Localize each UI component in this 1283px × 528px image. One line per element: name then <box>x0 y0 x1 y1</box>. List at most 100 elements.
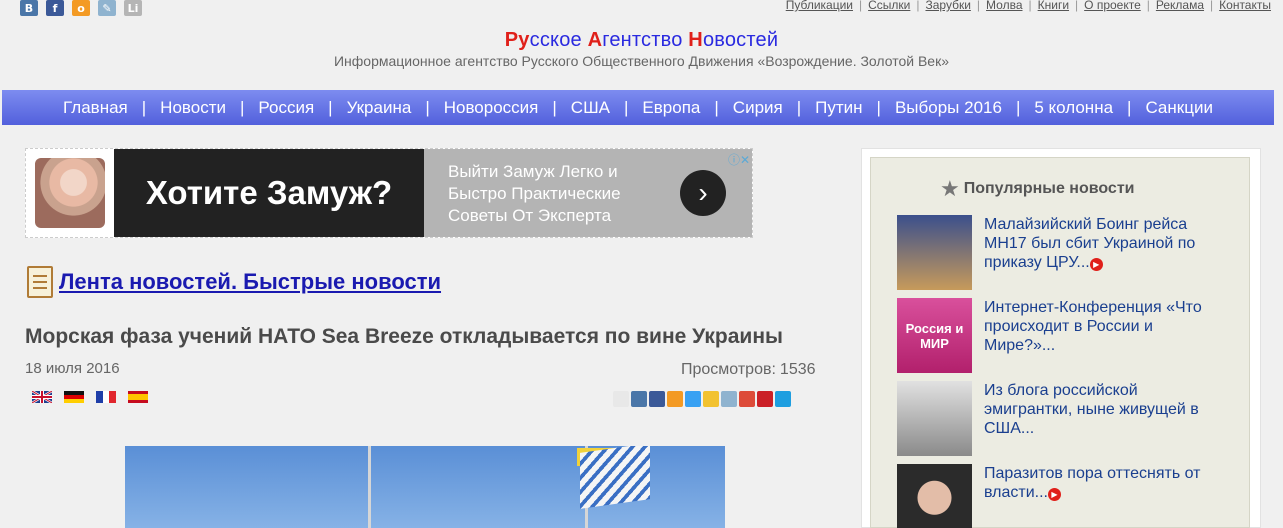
liveinternet-icon[interactable]: Li <box>124 0 142 16</box>
top-link[interactable]: Книги <box>1038 0 1069 12</box>
site-title-part: сское <box>529 29 588 51</box>
notepad-icon <box>27 266 53 298</box>
news-headline[interactable]: Из блога российской эмигрантки, ныне жив… <box>984 381 1224 456</box>
site-title[interactable]: Русское Агентство Новостей <box>0 29 1283 52</box>
nav-item[interactable]: Европа <box>642 98 700 118</box>
social-bar: Bf o ✎ Li <box>20 0 142 16</box>
link-separator: | <box>916 0 920 12</box>
top-link[interactable]: Публикации <box>786 0 853 12</box>
link-separator: | <box>858 0 863 12</box>
article-title: Морская фаза учений НАТО Sea Breeze откл… <box>25 325 783 348</box>
nav-item[interactable]: Сирия <box>733 98 783 118</box>
nav-item[interactable]: Украина <box>347 98 412 118</box>
news-thumbnail[interactable] <box>897 381 972 456</box>
flag-fr-icon[interactable] <box>96 391 116 403</box>
article-photo <box>125 446 725 528</box>
views-value: 1536 <box>779 361 816 378</box>
odnoklassniki-icon[interactable]: o <box>72 0 90 16</box>
ad-info-icon[interactable]: ⓘ✕ <box>728 149 750 171</box>
nav-separator: | <box>328 97 333 117</box>
ad-text-panel[interactable]: Выйти Замуж Легко и Быстро Практические … <box>424 149 752 237</box>
ad-headline[interactable]: Хотите Замуж? <box>114 149 424 237</box>
site-title-part: овостей <box>702 29 779 51</box>
link-separator: | <box>976 0 981 12</box>
site-title-part: А <box>587 29 603 51</box>
news-headline[interactable]: Малайзийский Боинг рейса МН17 был сбит У… <box>984 215 1224 290</box>
news-feed-label[interactable]: Лента новостей. Быстрые новости <box>59 269 441 295</box>
share-odnoklassniki-icon[interactable] <box>667 391 683 407</box>
nav-separator: | <box>796 97 802 117</box>
top-link[interactable]: Зарубки <box>925 0 970 12</box>
vkontakte-icon[interactable]: B <box>20 0 38 16</box>
share-facebook-icon[interactable] <box>649 391 665 407</box>
site-header: Русское Агентство Новостей Информационно… <box>0 29 1283 69</box>
ad-text: Выйти Замуж Легко и Быстро Практические … <box>448 162 621 225</box>
nav-item[interactable]: Россия <box>258 98 314 118</box>
news-thumbnail[interactable]: Россия и МИР <box>897 298 972 373</box>
share-print-icon[interactable] <box>613 391 629 407</box>
share-livejournal-icon[interactable] <box>721 391 737 407</box>
flag-uk-icon[interactable] <box>32 391 52 403</box>
share-twitter-icon[interactable] <box>685 391 701 407</box>
livejournal-icon[interactable]: ✎ <box>98 0 116 16</box>
top-link[interactable]: Ссылки <box>868 0 910 12</box>
nav-item[interactable]: США <box>571 98 610 118</box>
site-title-part: Ру <box>504 29 530 51</box>
language-flags <box>32 391 148 403</box>
news-headline[interactable]: Паразитов пора оттеснять от власти... ▶ <box>984 464 1224 528</box>
naval-flag <box>580 446 650 509</box>
flag-de-icon[interactable] <box>64 391 84 403</box>
nav-separator: | <box>714 97 719 117</box>
share-pinterest-icon[interactable] <box>757 391 773 407</box>
facebook-icon[interactable]: f <box>46 0 64 16</box>
nav-item[interactable]: Путин <box>815 98 862 118</box>
popular-news-item[interactable]: Малайзийский Боинг рейса МН17 был сбит У… <box>897 215 1257 290</box>
news-headline-text[interactable]: Из блога российской эмигрантки, ныне жив… <box>984 382 1199 437</box>
ad-banner[interactable]: Хотите Замуж? Выйти Замуж Легко и Быстро… <box>25 148 753 238</box>
news-thumbnail[interactable] <box>897 215 972 290</box>
popular-news-item[interactable]: Из блога российской эмигрантки, ныне жив… <box>897 381 1257 456</box>
share-buttons <box>613 391 791 407</box>
top-link[interactable]: Контакты <box>1219 0 1271 12</box>
share-vk-icon[interactable] <box>631 391 647 407</box>
nav-separator: | <box>239 97 245 117</box>
news-headline[interactable]: Интернет-Конференция «Что происходит в Р… <box>984 298 1224 373</box>
play-icon[interactable]: ▶ <box>1047 488 1061 501</box>
top-link[interactable]: О проекте <box>1084 0 1141 12</box>
nav-item[interactable]: Выборы 2016 <box>895 98 1002 118</box>
star-icon: ★ <box>940 176 960 201</box>
ad-thumbnail <box>26 149 114 237</box>
flag-es-icon[interactable] <box>128 391 148 403</box>
popular-news-header: ★ Популярные новости <box>940 176 1135 202</box>
site-title-part: Н <box>688 29 703 51</box>
site-title-part: гентство <box>602 29 689 51</box>
news-feed-link[interactable]: Лента новостей. Быстрые новости <box>27 266 441 298</box>
popular-news-item[interactable]: Россия и МИР Интернет-Конференция «Что пр… <box>897 298 1257 373</box>
share-mail-icon[interactable] <box>703 391 719 407</box>
link-separator: | <box>1028 0 1032 12</box>
top-links: Публикации | Ссылки | Зарубки | Молва | Книги | О … <box>786 0 1271 12</box>
nav-item[interactable]: 5 колонна <box>1034 98 1113 118</box>
popular-news-item[interactable]: Паразитов пора оттеснять от власти... ▶ <box>897 464 1257 528</box>
news-headline-text[interactable]: Интернет-Конференция «Что происходит в Р… <box>984 299 1202 354</box>
link-separator: | <box>1075 0 1079 12</box>
top-link[interactable]: Молва <box>986 0 1022 12</box>
share-surfingbird-icon[interactable] <box>775 391 791 407</box>
news-thumbnail[interactable] <box>897 464 972 528</box>
nav-item[interactable]: Новости <box>160 98 226 118</box>
article-date: 18 июля 2016 <box>25 360 120 377</box>
nav-item[interactable]: Главная <box>63 98 128 118</box>
nav-separator: | <box>141 97 147 117</box>
ad-arrow-icon[interactable]: › <box>680 170 726 216</box>
views-label: Просмотров: <box>681 361 776 378</box>
play-icon[interactable]: ▶ <box>1089 258 1103 271</box>
article-views: Просмотров: 1536 <box>681 361 816 379</box>
nav-item[interactable]: Новороссия <box>444 98 539 118</box>
ad-image <box>35 158 105 228</box>
nav-separator: | <box>1015 97 1021 117</box>
share-googleplus-icon[interactable] <box>739 391 755 407</box>
news-headline-text[interactable]: Паразитов пора оттеснять от власти... <box>984 465 1201 501</box>
top-link[interactable]: Реклама <box>1156 0 1204 12</box>
nav-item[interactable]: Санкции <box>1145 98 1212 118</box>
nav-separator: | <box>624 97 629 117</box>
